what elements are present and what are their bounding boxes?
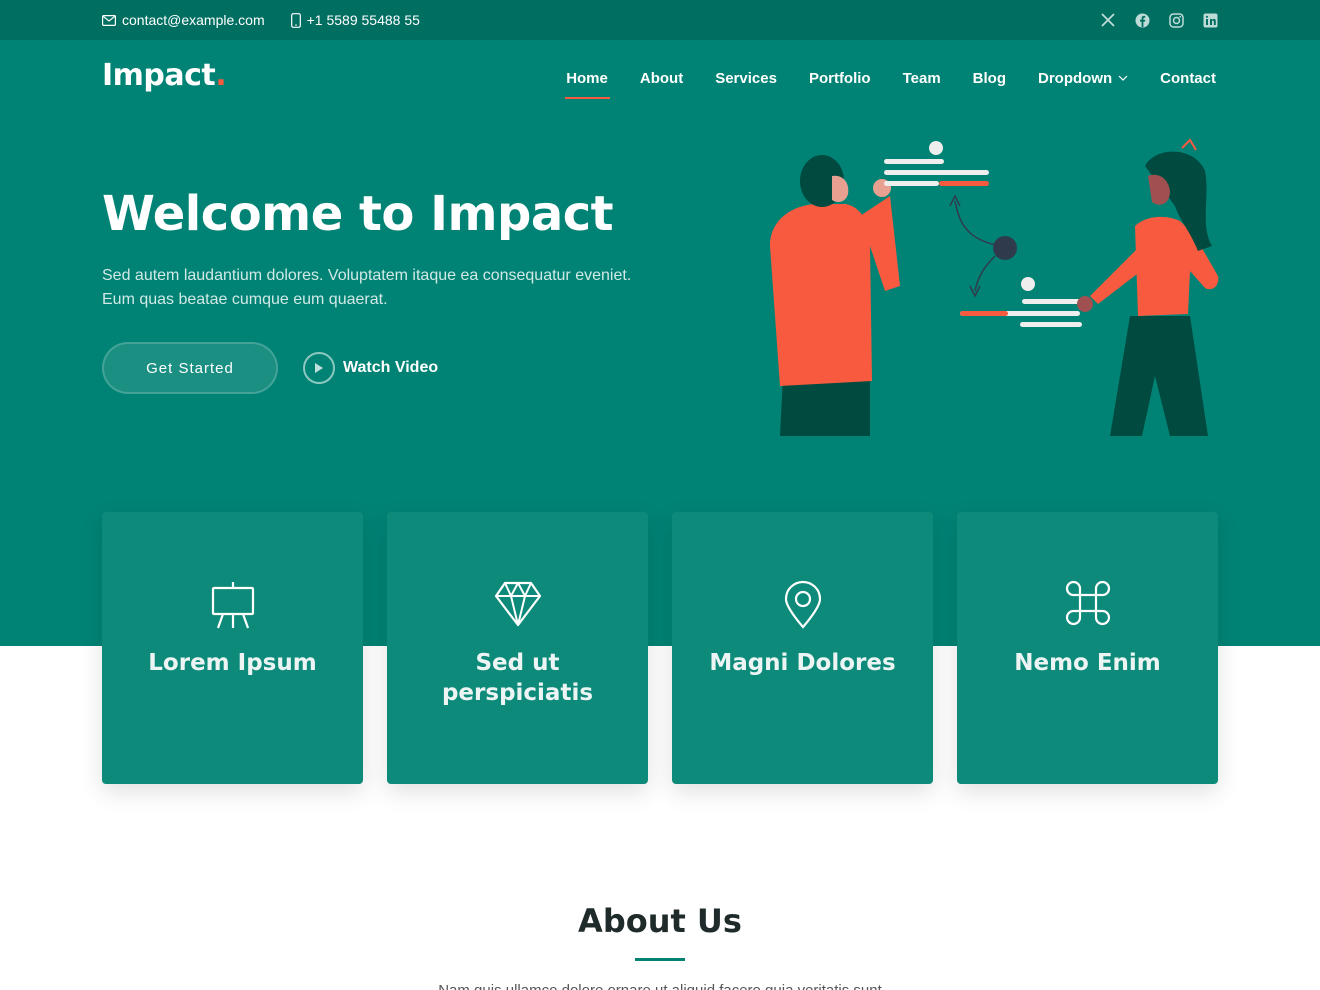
- envelope-icon: [102, 14, 116, 26]
- email-link[interactable]: contact@example.com: [102, 12, 265, 28]
- nav-contact[interactable]: Contact: [1160, 63, 1216, 93]
- phone-link[interactable]: +1 5589 55488 55: [290, 12, 420, 28]
- watch-video-label: Watch Video: [343, 359, 439, 376]
- feature-card[interactable]: Sed ut perspiciatis: [387, 512, 648, 784]
- geo-pin-icon: [784, 580, 821, 629]
- site-header: Impact. Home About Services Portfolio Te…: [0, 40, 1320, 116]
- contact-info: contact@example.com +1 5589 55488 55: [102, 0, 446, 40]
- hero-illustration: [770, 138, 1219, 436]
- nav-services[interactable]: Services: [715, 63, 777, 93]
- card-title: Magni Dolores: [709, 650, 896, 676]
- feature-card[interactable]: Lorem Ipsum: [102, 512, 363, 784]
- nav-home[interactable]: Home: [565, 63, 610, 99]
- feature-card[interactable]: Magni Dolores: [672, 512, 933, 784]
- about-heading: About Us: [578, 902, 742, 940]
- x-icon[interactable]: [1100, 12, 1116, 28]
- nav-team[interactable]: Team: [903, 63, 941, 93]
- nav-dropdown-label: Dropdown: [1038, 69, 1113, 87]
- gem-icon: [494, 581, 541, 627]
- nav-about[interactable]: About: [640, 63, 683, 93]
- card-title: Lorem Ipsum: [148, 650, 317, 676]
- command-icon: [1065, 580, 1110, 626]
- site-logo[interactable]: Impact.: [102, 58, 227, 93]
- nav-dropdown[interactable]: Dropdown: [1038, 63, 1128, 93]
- card-title: Sed ut perspiciatis: [441, 650, 594, 706]
- about-subtitle: Nam quis ullamco dolore ornare ut aliqui…: [0, 982, 1320, 990]
- social-links: [1082, 0, 1218, 40]
- play-icon: [303, 352, 335, 384]
- phone-text: +1 5589 55488 55: [306, 12, 420, 28]
- card-title: Nemo Enim: [1014, 650, 1161, 676]
- chevron-down-icon: [1118, 75, 1128, 81]
- instagram-icon[interactable]: [1168, 12, 1184, 28]
- facebook-icon[interactable]: [1134, 12, 1150, 28]
- hero-text: Sed autem laudantium dolores. Voluptatem…: [102, 267, 632, 308]
- heading-underline: [635, 958, 685, 961]
- feature-card[interactable]: Nemo Enim: [957, 512, 1218, 784]
- get-started-button[interactable]: Get Started: [102, 342, 278, 394]
- top-bar: contact@example.com +1 5589 55488 55: [0, 0, 1320, 40]
- linkedin-icon[interactable]: [1202, 12, 1218, 28]
- easel-icon: [211, 582, 254, 629]
- nav-portfolio[interactable]: Portfolio: [809, 63, 871, 93]
- logo-text: Impact: [102, 58, 216, 93]
- nav-blog[interactable]: Blog: [973, 63, 1006, 93]
- phone-icon: [290, 12, 301, 28]
- email-text: contact@example.com: [122, 12, 265, 28]
- hero-title: Welcome to Impact: [102, 186, 614, 242]
- logo-dot: .: [215, 58, 227, 93]
- main-nav: Home About Services Portfolio Team Blog …: [534, 40, 1216, 116]
- feature-cards: Lorem Ipsum Sed ut perspiciatis Magni Do…: [102, 512, 1218, 784]
- watch-video-button[interactable]: Watch Video: [303, 352, 438, 384]
